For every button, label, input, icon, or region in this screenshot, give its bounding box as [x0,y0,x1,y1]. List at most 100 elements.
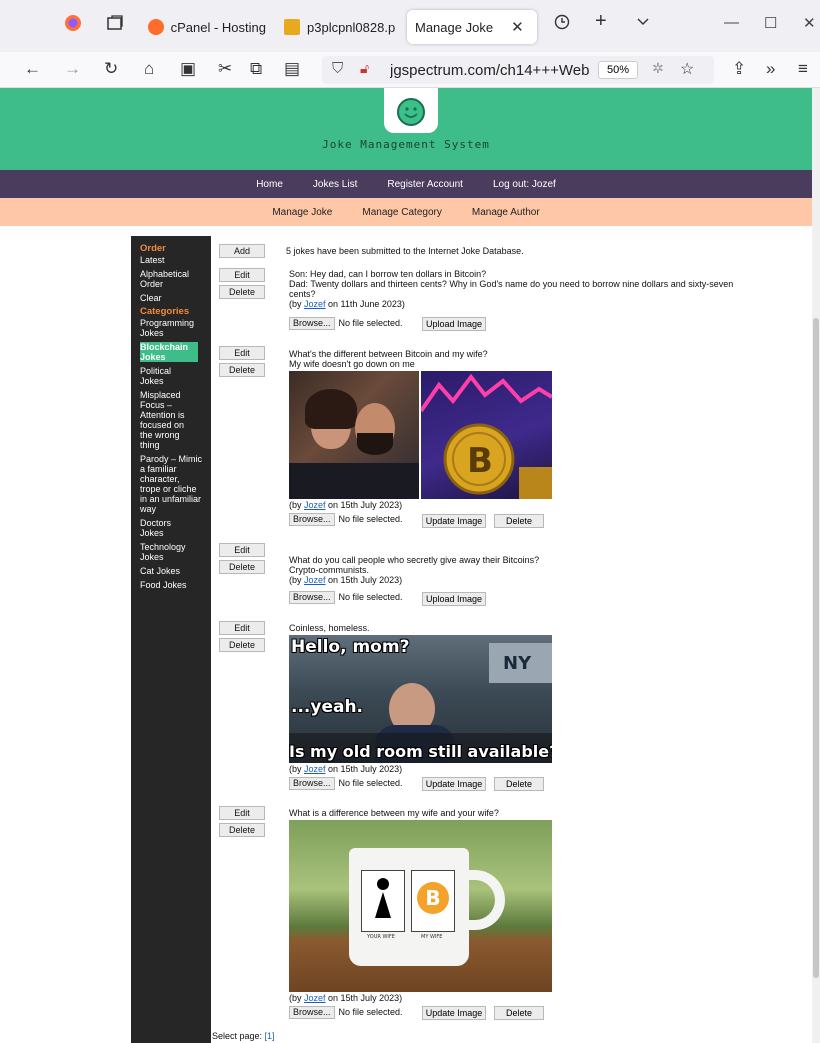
address-bar[interactable]: ⛉ 🔓︎ jgspectrum.com/ch14+++Web 50% ✲ ☆ [322,56,714,84]
tab-overview-icon[interactable] [106,14,124,37]
tab-p3plcpnl[interactable]: p3plcpnl0828.p [284,10,396,44]
file-picker: Browse... No file selected. [289,512,403,526]
tab-list-chevron-icon[interactable] [636,14,650,33]
edit-joke-button[interactable]: Edit [219,268,265,282]
sidebar-item-parody[interactable]: Parody – Mimic a familiar character, tro… [140,454,202,514]
scrollbar-thumb[interactable] [813,318,819,978]
site-title: Joke Management System [322,138,490,151]
extension-icon[interactable]: ✲ [652,60,664,77]
sidebar-item-misplaced-focus[interactable]: Misplaced Focus – Attention is focused o… [140,390,192,450]
joke-byline: (by Jozef on 15th July 2023) [289,764,403,774]
sidebar-item-latest[interactable]: Latest [140,255,211,265]
overflow-chevrons-icon[interactable]: » [766,59,775,79]
nav-home[interactable]: Home [256,179,283,190]
nav-manage-author[interactable]: Manage Author [472,207,540,218]
tab-label: Manage Joke [415,19,494,35]
author-link[interactable]: Jozef [304,764,326,774]
order-heading: Order [140,243,166,254]
home-icon[interactable]: ⌂ [144,59,154,79]
screenshot-icon[interactable]: ▣ [180,59,196,79]
maximize-icon[interactable]: ☐ [764,14,777,32]
author-link[interactable]: Jozef [304,500,326,510]
delete-image-button[interactable]: Delete [494,514,544,528]
update-image-button[interactable]: Update Image [422,514,486,528]
nav-jokes-list[interactable]: Jokes List [313,179,357,190]
delete-joke-button[interactable]: Delete [219,823,265,837]
bookmark-star-icon[interactable]: ☆ [680,59,694,79]
no-file-label: No file selected. [338,592,403,602]
reload-icon[interactable]: ↻ [104,59,118,79]
edit-joke-button[interactable]: Edit [219,806,265,820]
edit-joke-button[interactable]: Edit [219,346,265,360]
nav-manage-category[interactable]: Manage Category [362,207,442,218]
joke-count-summary: 5 jokes have been submitted to the Inter… [286,246,524,256]
cut-icon[interactable]: ✂ [218,59,232,79]
share-icon[interactable]: ⇪ [732,59,746,79]
firefox-icon[interactable] [64,14,82,37]
author-link[interactable]: Jozef [304,993,326,1003]
page-scrollbar[interactable] [812,88,820,1043]
joke-byline: (by Jozef on 15th July 2023) [289,993,403,1003]
sidebar-item-food[interactable]: Food Jokes [140,580,211,590]
browse-button[interactable]: Browse... [289,590,335,604]
joke-byline: (by Jozef on 15th July 2023) [289,575,403,585]
close-window-icon[interactable]: ✕ [803,14,816,32]
history-clock-icon[interactable] [554,14,570,35]
browse-button[interactable]: Browse... [289,512,335,526]
sidebar-item-blockchain[interactable]: Blockchain Jokes [140,342,198,362]
tab-manage-joke[interactable]: Manage Joke ✕ [407,10,537,44]
edit-joke-button[interactable]: Edit [219,543,265,557]
zoom-level[interactable]: 50% [598,61,638,79]
new-tab-icon[interactable]: + [595,10,607,33]
add-joke-button[interactable]: Add [219,244,265,258]
copy-icon[interactable]: ⧉ [250,59,262,79]
mug-caption: MY WIFE [421,934,443,940]
back-icon[interactable]: ← [24,59,41,79]
sidebar-item-cat[interactable]: Cat Jokes [140,566,211,576]
url-text[interactable]: jgspectrum.com/ch14+++Web [390,62,600,79]
author-link[interactable]: Jozef [304,575,326,585]
delete-joke-button[interactable]: Delete [219,638,265,652]
meme-photo: NY Hello, mom? ...yeah. Is my old room s… [289,635,552,763]
tab-cpanel[interactable]: cPanel - Hosting [148,10,266,44]
delete-image-button[interactable]: Delete [494,1006,544,1020]
pagination: Select page: [1] [212,1031,275,1041]
delete-joke-button[interactable]: Delete [219,285,265,299]
browse-button[interactable]: Browse... [289,316,335,330]
nav-log-out[interactable]: Log out: Jozef [493,179,556,190]
insecure-lock-icon[interactable]: 🔓︎ [360,60,369,77]
upload-image-button[interactable]: Upload Image [422,317,486,331]
sidebar-item-programming[interactable]: Programming Jokes [140,318,206,338]
close-tab-icon[interactable]: ✕ [511,18,524,36]
upload-image-button[interactable]: Upload Image [422,592,486,606]
file-picker: Browse... No file selected. [289,1005,403,1019]
delete-image-button[interactable]: Delete [494,777,544,791]
couple-photo [289,371,419,499]
joke-line: Son: Hey dad, can I borrow ten dollars i… [289,269,487,279]
sidebar-item-political[interactable]: Political Jokes [140,366,190,386]
forward-icon[interactable]: → [64,59,81,79]
sidebar-item-clear[interactable]: Clear [140,293,211,303]
delete-joke-button[interactable]: Delete [219,560,265,574]
browse-button[interactable]: Browse... [289,1005,335,1019]
page-link-1[interactable]: [1] [265,1031,275,1041]
sidebar-item-doctors[interactable]: Doctors Jokes [140,518,190,538]
hosting-favicon-icon [284,19,300,35]
author-link[interactable]: Jozef [304,299,326,309]
tab-label: cPanel - Hosting [170,19,266,35]
joke-line: Dad: Twenty dollars and thirteen cents? … [289,279,734,289]
sidebar-item-alphabetical[interactable]: Alphabetical Order [140,269,202,289]
minimize-icon[interactable]: — [724,14,739,31]
menu-hamburger-icon[interactable]: ≡ [798,59,808,79]
joke-text: What do you call people who secretly giv… [289,555,799,585]
nav-manage-joke[interactable]: Manage Joke [272,207,332,218]
edit-joke-button[interactable]: Edit [219,621,265,635]
shield-icon[interactable]: ⛉ [332,60,343,77]
browse-button[interactable]: Browse... [289,776,335,790]
nav-register-account[interactable]: Register Account [387,179,463,190]
paste-icon[interactable]: ▤ [284,59,300,79]
sidebar-item-technology[interactable]: Technology Jokes [140,542,200,562]
update-image-button[interactable]: Update Image [422,1006,486,1020]
update-image-button[interactable]: Update Image [422,777,486,791]
delete-joke-button[interactable]: Delete [219,363,265,377]
